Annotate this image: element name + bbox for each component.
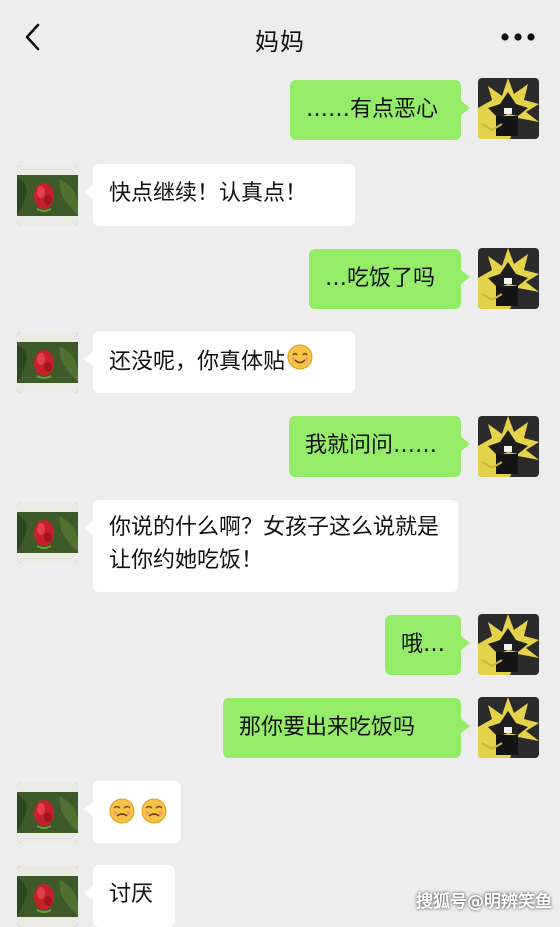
message-text: 快点继续！认真点！ — [109, 181, 308, 206]
message-text: 那你要出来吃饭吗 — [239, 715, 416, 740]
message-text: …吃饭了吗 — [325, 266, 436, 291]
self-avatar[interactable] — [478, 416, 539, 477]
smile-emoji-icon — [287, 344, 313, 381]
self-avatar[interactable] — [478, 248, 539, 309]
message-bubble[interactable]: 我就问问…… — [289, 416, 470, 477]
self-avatar[interactable] — [478, 78, 539, 139]
message-text: 还没呢，你真体贴 — [109, 349, 286, 375]
message-bubble[interactable] — [84, 781, 181, 843]
heart-eyes-emoji-icon — [109, 798, 135, 835]
message-bubble[interactable]: 讨厌 — [84, 865, 175, 927]
message-bubble[interactable]: ……有点恶心 — [290, 80, 470, 140]
chat-title: 妈妈 — [255, 28, 305, 56]
watermark: 搜狐号@明辨笑鱼 — [416, 892, 552, 912]
self-avatar[interactable] — [478, 614, 539, 675]
self-avatar[interactable] — [478, 697, 539, 758]
message-bubble[interactable]: 还没呢，你真体贴 — [84, 331, 355, 393]
message-bubble[interactable]: 那你要出来吃饭吗 — [223, 698, 470, 758]
message-text: 讨厌 — [109, 882, 154, 907]
heart-eyes-emoji-icon — [141, 798, 167, 835]
message-text: ……有点恶心 — [306, 97, 439, 122]
mom-avatar[interactable] — [17, 332, 78, 393]
message-bubble[interactable]: …吃饭了吗 — [309, 249, 470, 309]
message-text: 我就问问…… — [305, 433, 438, 458]
message-text: 哦… — [401, 632, 446, 657]
message-text: 你说的什么啊？女孩子这么说就是让你约她吃饭！ — [109, 515, 440, 573]
message-bubble[interactable]: 你说的什么啊？女孩子这么说就是让你约她吃饭！ — [84, 500, 458, 592]
mom-avatar[interactable] — [17, 165, 78, 226]
message-bubble[interactable]: 快点继续！认真点！ — [84, 164, 355, 226]
more-dots-icon — [501, 33, 535, 41]
mom-avatar[interactable] — [17, 502, 78, 563]
chat-header: 妈妈 — [0, 0, 560, 72]
more-button[interactable] — [496, 22, 540, 52]
message-bubble[interactable]: 哦… — [385, 615, 470, 675]
mom-avatar[interactable] — [17, 866, 78, 927]
mom-avatar[interactable] — [17, 782, 78, 843]
